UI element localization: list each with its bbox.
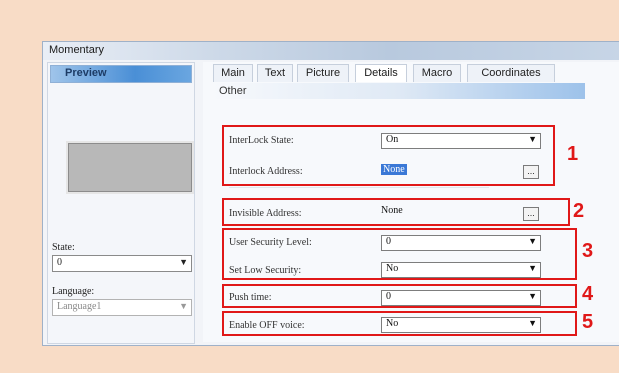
tab-picture[interactable]: Picture bbox=[297, 64, 349, 82]
state-label: State: bbox=[52, 242, 75, 253]
callout-number-2: 2 bbox=[573, 200, 585, 222]
callout-box-3 bbox=[222, 228, 577, 280]
title-bar[interactable]: Momentary bbox=[43, 42, 619, 60]
callout-number-1: 1 bbox=[567, 143, 579, 165]
callout-number-3: 3 bbox=[582, 240, 594, 262]
callout-box-1 bbox=[222, 125, 555, 186]
tab-text[interactable]: Text bbox=[257, 64, 293, 82]
tab-bar: Main Text Picture Details Macro Coordina… bbox=[203, 62, 619, 82]
tab-coordinates[interactable]: Coordinates bbox=[467, 64, 555, 82]
callout-box-4 bbox=[222, 284, 577, 308]
window-title: Momentary bbox=[49, 44, 105, 56]
callout-box-2 bbox=[222, 198, 570, 226]
tab-macro[interactable]: Macro bbox=[413, 64, 461, 82]
language-label: Language: bbox=[52, 286, 95, 297]
preview-panel: Preview State: 0 ▼ Language: Language1 ▼ bbox=[47, 62, 195, 344]
button-preview bbox=[66, 141, 194, 194]
language-select[interactable]: Language1 ▼ bbox=[52, 299, 192, 316]
section-header-other: Other bbox=[213, 83, 585, 99]
section-title: Other bbox=[219, 85, 247, 97]
callout-number-4: 4 bbox=[582, 283, 594, 305]
callout-number-5: 5 bbox=[582, 311, 594, 333]
callout-box-5 bbox=[222, 311, 577, 336]
preview-header: Preview bbox=[50, 65, 192, 83]
language-value: Language1 bbox=[57, 301, 102, 312]
state-select[interactable]: 0 ▼ bbox=[52, 255, 192, 272]
chevron-down-icon: ▼ bbox=[179, 301, 188, 311]
preview-label: Preview bbox=[65, 67, 107, 79]
tab-details[interactable]: Details bbox=[355, 64, 407, 82]
tab-main[interactable]: Main bbox=[213, 64, 253, 82]
chevron-down-icon: ▼ bbox=[179, 257, 188, 267]
state-value: 0 bbox=[57, 257, 62, 268]
divider bbox=[229, 187, 489, 188]
